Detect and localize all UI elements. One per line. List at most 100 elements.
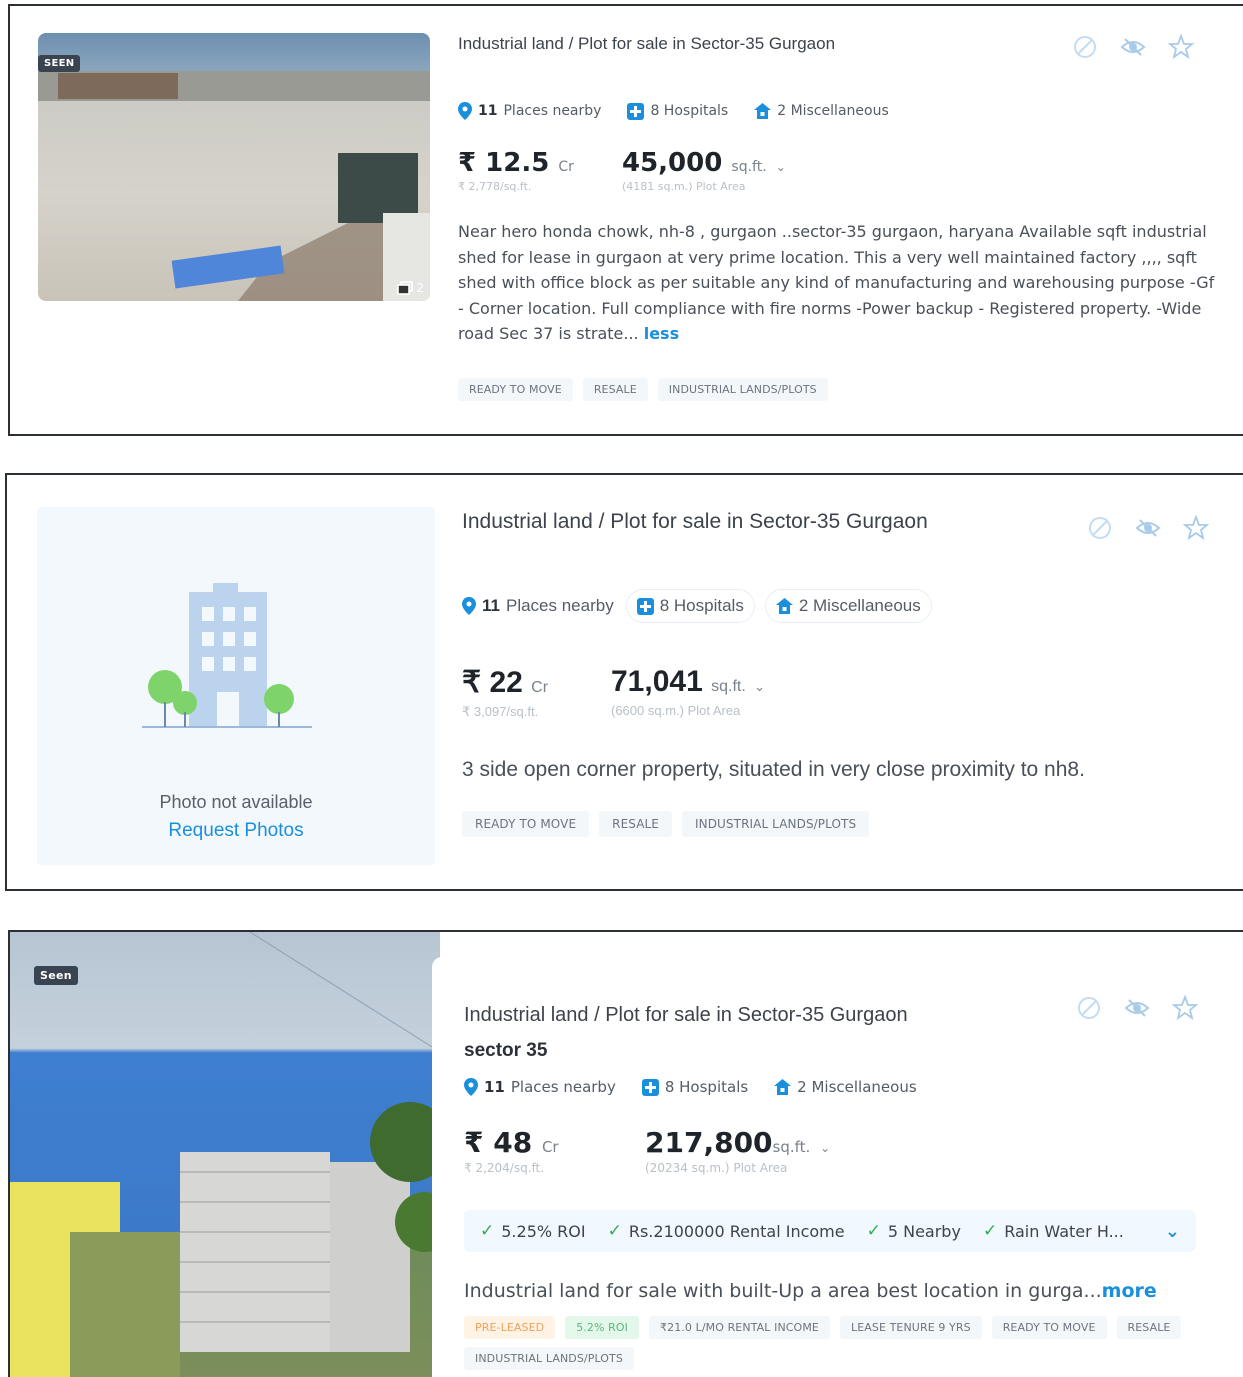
block-icon[interactable] [1076,995,1102,1025]
hospitals-chip[interactable]: 8 Hospitals [627,102,728,120]
price-per-sqft: ₹ 3,097/sq.ft. [462,704,539,719]
feature-item: ✓ Rs.2100000 Rental Income [607,1221,845,1241]
area-value: 71,041 [611,665,703,698]
seen-badge: SEEN [38,55,81,72]
chevron-down-icon: ⌄ [754,679,766,694]
listing-card-1[interactable]: SEEN 2 Industrial land / Plot for sale i… [8,4,1243,436]
listing-title[interactable]: Industrial land / Plot for sale in Secto… [464,1004,908,1027]
hide-icon[interactable] [1135,515,1161,545]
toggle-description-link[interactable]: more [1102,1280,1157,1302]
tag: READY TO MOVE [462,811,590,837]
tag: READY TO MOVE [991,1316,1107,1339]
listing-description: Industrial land for sale with built-Up a… [464,1280,1157,1302]
listing-description: 3 side open corner property, situated in… [462,758,1085,781]
price-per-sqft: ₹ 2,778/sq.ft. [458,180,532,193]
area-value: 45,000 [622,148,723,178]
photo-placeholder: Photo not available Request Photos [37,507,435,865]
gallery-icon[interactable]: 2 [397,281,424,295]
miscellaneous-chip[interactable]: 2 Miscellaneous [764,589,932,623]
hide-icon[interactable] [1124,995,1150,1025]
area-sqm: (6600 sq.m.) Plot Area [611,703,741,718]
check-icon: ✓ [982,1221,998,1241]
chevron-down-icon: ⌄ [820,1141,831,1155]
listing-tags: READY TO MOVE RESALE INDUSTRIAL LANDS/PL… [462,811,870,837]
feature-item: ✓ 5 Nearby [866,1221,961,1241]
star-icon[interactable] [1182,514,1210,545]
miscellaneous-icon [774,1079,792,1095]
listing-subtitle: sector 35 [464,1040,548,1061]
price-block: ₹ 22 Cr ₹ 3,097/sq.ft. [462,666,549,719]
listing-tags: PRE-LEASED 5.2% ROI ₹21.0 L/MO RENTAL IN… [464,1316,1224,1370]
miscellaneous-icon [775,598,793,614]
hospitals-chip[interactable]: 8 Hospitals [641,1078,748,1096]
hide-icon[interactable] [1120,34,1146,64]
area-block[interactable]: 45,000 sq.ft. ⌄ (4181 sq.m.) Plot Area [622,148,786,193]
nearby-chips: 11 Places nearby 8 Hospitals 2 Miscellane… [464,1078,943,1096]
hospitals-chip[interactable]: 8 Hospitals [625,589,755,623]
chevron-down-icon: ⌄ [775,160,786,174]
tag: INDUSTRIAL LANDS/PLOTS [681,811,870,837]
photo-unavailable-text: Photo not available [159,792,313,812]
nearby-chips: 11 Places nearby 8 Hospitals 2 Miscellane… [462,589,942,623]
block-icon[interactable] [1087,515,1113,545]
seen-badge: Seen [34,966,78,985]
hospital-icon [641,1078,659,1096]
tag: INDUSTRIAL LANDS/PLOTS [464,1347,634,1370]
price-block: ₹ 12.5 Cr ₹ 2,778/sq.ft. [458,148,574,193]
price-per-sqft: ₹ 2,204/sq.ft. [464,1161,545,1175]
area-sqm: (4181 sq.m.) Plot Area [622,180,746,193]
chevron-down-icon[interactable]: ⌄ [1165,1221,1180,1242]
listing-actions [1087,514,1210,545]
price-value: 12.5 [485,148,550,178]
photo-scene [10,932,440,1377]
listing-card-2[interactable]: Photo not available Request Photos Indus… [5,473,1243,891]
area-sqm: (20234 sq.m.) Plot Area [645,1161,788,1175]
price-block: ₹ 48 Cr ₹ 2,204/sq.ft. [464,1126,559,1175]
check-icon: ✓ [607,1221,622,1241]
tag: RESALE [599,811,672,837]
check-icon: ✓ [866,1221,881,1241]
star-icon[interactable] [1171,994,1199,1025]
listing-card-3[interactable]: Seen Industrial land / Plot for sale in … [8,930,1243,1377]
listing-title[interactable]: Industrial land / Plot for sale in Secto… [462,510,928,534]
block-icon[interactable] [1072,34,1098,64]
nearby-chips: 11 Places nearby 8 Hospitals 2 Miscellane… [458,102,915,120]
tag: RESALE [582,378,648,401]
area-block[interactable]: 71,041 sq.ft. ⌄ (6600 sq.m.) Plot Area [611,665,765,718]
listing-actions [1076,994,1199,1025]
tag: RESALE [1116,1316,1182,1339]
tag: INDUSTRIAL LANDS/PLOTS [657,378,828,401]
photo-count: 2 [416,281,424,295]
pre-leased-tag: PRE-LEASED [464,1316,556,1339]
feature-item: ✓ 5.25% ROI [480,1221,586,1241]
places-nearby-chip[interactable]: 11 Places nearby [458,102,601,120]
features-strip[interactable]: ✓ 5.25% ROI ✓ Rs.2100000 Rental Income ✓ 5 … [464,1210,1196,1252]
photo-scene [38,71,430,301]
request-photos-link[interactable]: Request Photos [37,820,435,842]
location-pin-icon [462,597,476,615]
miscellaneous-chip[interactable]: 2 Miscellaneous [774,1078,917,1096]
places-nearby-chip[interactable]: 11 Places nearby [464,1078,616,1096]
hospital-icon [636,597,654,615]
star-icon[interactable] [1167,33,1195,64]
roi-tag: 5.2% ROI [565,1316,639,1339]
places-nearby-chip[interactable]: 11 Places nearby [462,596,614,616]
miscellaneous-icon [754,103,772,119]
toggle-description-link[interactable]: less [644,324,679,343]
location-pin-icon [458,102,472,120]
price-value: 22 [489,666,523,699]
feature-item: ✓ Rain Water H... [982,1221,1124,1241]
listing-photo[interactable]: Seen [10,932,440,1377]
tag: LEASE TENURE 9 YRS [839,1316,982,1339]
miscellaneous-chip[interactable]: 2 Miscellaneous [754,103,889,119]
tag: ₹21.0 L/MO RENTAL INCOME [649,1316,830,1339]
listing-title[interactable]: Industrial land / Plot for sale in Secto… [458,34,835,54]
listing-tags: READY TO MOVE RESALE INDUSTRIAL LANDS/PL… [458,378,828,401]
area-block[interactable]: 217,800sq.ft. ⌄ (20234 sq.m.) Plot Area [645,1126,830,1175]
listing-description: Near hero honda chowk, nh-8 , gurgaon ..… [458,222,1215,343]
area-value: 217,800 [645,1126,773,1159]
location-pin-icon [464,1078,478,1096]
listing-photo[interactable]: SEEN 2 [38,33,430,301]
listing-actions [1072,33,1195,64]
building-icon [142,583,312,728]
